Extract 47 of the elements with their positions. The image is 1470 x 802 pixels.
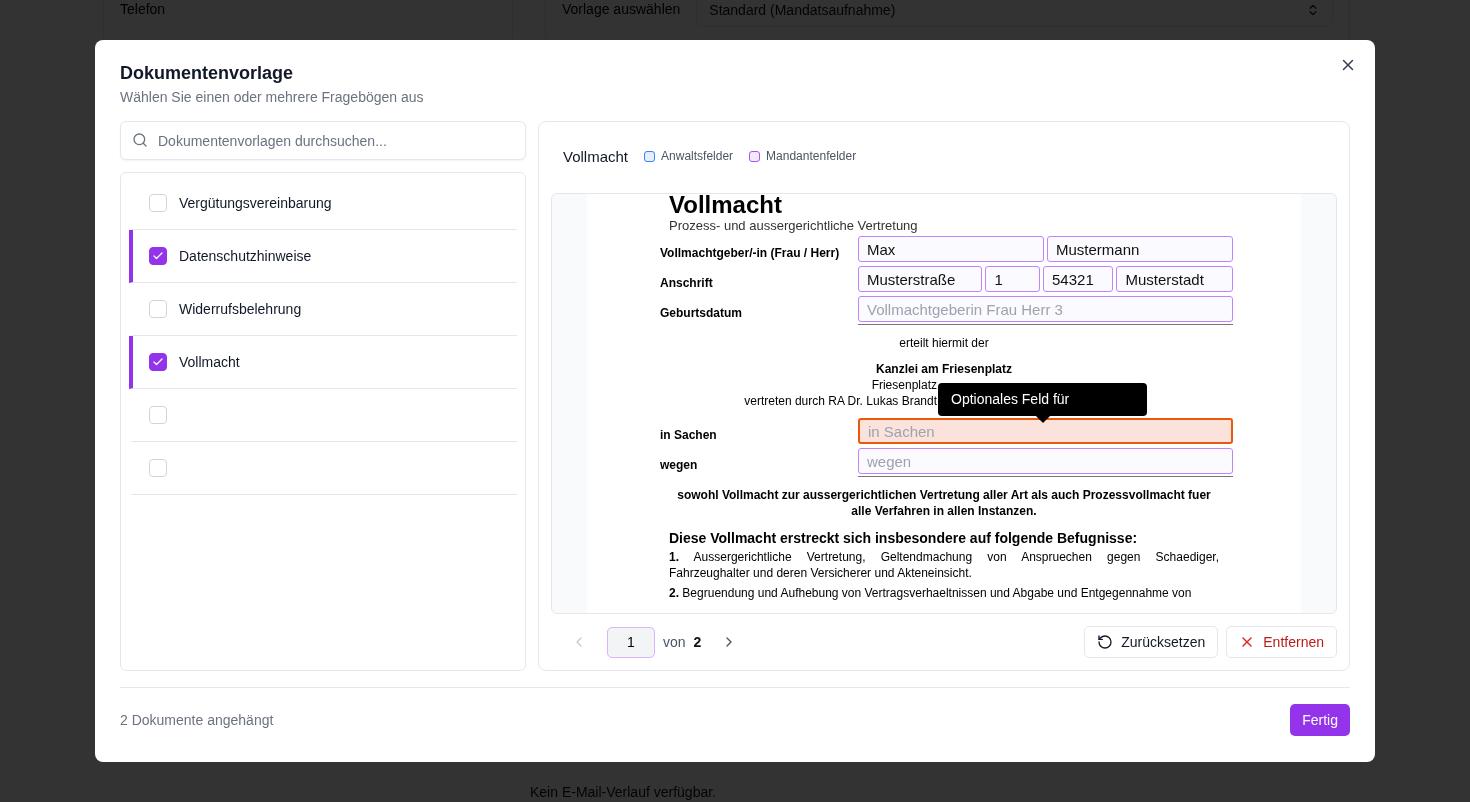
document-paragraph: 1. Aussergerichtliche Vertretung, Geltendmachung von Anspruechen gegen Schaediger, Fahrzeughalter und deren Versicherer und Akteneinsicht. [669, 548, 1219, 581]
form-field[interactable]: Mustermann [1047, 236, 1233, 263]
reset-icon [1097, 634, 1114, 650]
field-label: Geburtsdatum [660, 304, 743, 320]
document-text: Kanzlei am Friesenplatz [875, 361, 1012, 376]
document-subheading: Prozess- und aussergerichtliche Vertretung [669, 217, 919, 233]
dialog-subtitle: Wählen Sie einen oder mehrere Fragebögen aus [120, 88, 425, 106]
form-field[interactable]: Musterstraße [858, 266, 983, 293]
form-field[interactable]: wegen [858, 448, 1233, 475]
attachment-count: 2 Dokumente angehängt [120, 712, 274, 728]
form-field[interactable]: 1 [985, 266, 1040, 293]
legend-label: Anwaltsfelder [661, 149, 734, 164]
document-text: vertreten durch RA Dr. Lukas Brandt [744, 393, 937, 408]
page-total: 2 [693, 634, 702, 650]
reset-button[interactable]: Zurücksetzen [1084, 626, 1219, 658]
document-text: sowohl Vollmacht zur aussergerichtlichen Vertretung aller Art als auch Prozessvollmacht fuer alle Verfahren in allen Instanzen. [676, 486, 1212, 519]
checkbox[interactable] [149, 247, 167, 265]
preview-title: Vollmacht [563, 147, 629, 165]
page-number-field[interactable]: 1 [607, 626, 655, 658]
field-label: Vollmachtgeber/-in (Frau / Herr) [660, 244, 841, 260]
template-item[interactable]: Vollmacht [129, 336, 517, 389]
form-field[interactable]: 54321 [1043, 266, 1114, 293]
template-item[interactable]: Vergütungsvereinbarung [129, 177, 517, 230]
document-heading: Vollmacht [669, 193, 783, 218]
document-paragraph: 2. Begruendung und Aufhebung von Vertragsverhaeltnissen und Abgabe und Entgegennahme von [669, 584, 1193, 601]
form-field[interactable]: in Sachen [858, 418, 1233, 445]
legend-label: Mandantenfelder [766, 149, 857, 164]
remove-button[interactable]: Entfernen [1226, 626, 1337, 658]
form-field[interactable]: Vollmachtgeberin Frau Herr 3 [858, 296, 1233, 323]
template-item[interactable]: Widerrufsbelehrung [129, 283, 517, 336]
search-field[interactable]: Dokumentenvorlagen durchsuchen... [120, 121, 526, 160]
dialog-title: Dokumentenvorlage [120, 62, 295, 84]
search-icon [132, 132, 148, 148]
field-label: wegen [660, 456, 699, 472]
check-icon [152, 250, 164, 262]
check-icon [152, 356, 164, 368]
field-label: Anschrift [660, 274, 714, 290]
checkbox[interactable] [149, 353, 167, 371]
document-text: Friesenplatz [871, 377, 937, 392]
page-of-label: von [663, 634, 686, 650]
field-label: in Sachen [660, 426, 718, 442]
form-field[interactable]: Musterstadt [1116, 266, 1233, 293]
done-button[interactable]: Fertig [1290, 704, 1350, 736]
document-text: erteilt hiermit der [899, 335, 989, 350]
section-heading: Diese Vollmacht erstreckt sich insbesondere auf folgende Befugnisse: [669, 528, 1139, 547]
form-field[interactable]: Max [858, 236, 1044, 263]
template-item[interactable]: Datenschutzhinweise [129, 230, 517, 283]
